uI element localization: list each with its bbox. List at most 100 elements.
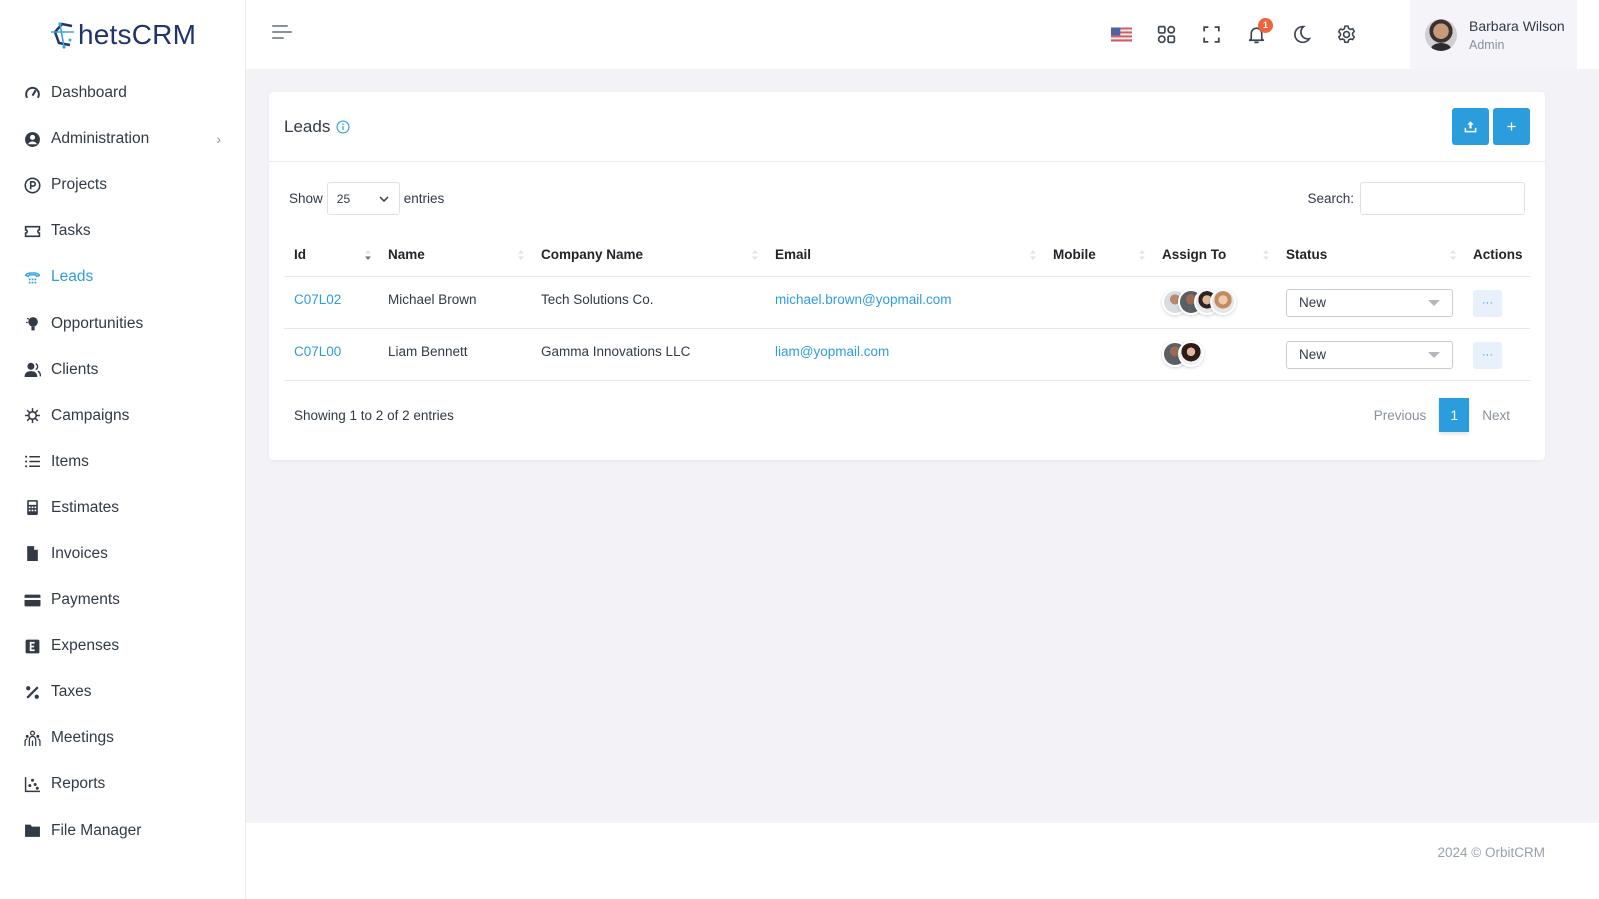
fullscreen-icon: [1203, 26, 1220, 43]
logo[interactable]: hetsCRM: [0, 0, 245, 70]
sidebar-item-clients[interactable]: Clients: [0, 347, 245, 393]
sidebar-item-dashboard[interactable]: Dashboard: [0, 70, 245, 116]
assignee-avatar[interactable]: [1210, 288, 1236, 315]
logo-text: hetsCRM: [78, 19, 197, 50]
sidebar-item-label: Invoices: [51, 544, 108, 562]
sort-icon: [518, 250, 524, 260]
fullscreen-button[interactable]: [1189, 15, 1234, 55]
lead-id-link[interactable]: C07L00: [284, 328, 378, 381]
sort-icon: [1030, 250, 1036, 260]
users-icon: [24, 361, 41, 378]
column-header-assign-to[interactable]: Assign To: [1152, 234, 1276, 277]
info-icon[interactable]: [336, 119, 350, 134]
column-header-id[interactable]: Id: [284, 234, 378, 277]
lead-actions-cell: ···: [1463, 328, 1530, 381]
actions-menu-button[interactable]: ···: [1473, 341, 1502, 369]
lead-id-link[interactable]: C07L02: [284, 276, 378, 329]
page-size-select[interactable]: 25: [326, 182, 400, 215]
sidebar-item-leads[interactable]: Leads: [0, 254, 245, 300]
sidebar-nav: Dashboard Administration › Projects Task…: [0, 70, 245, 854]
notifications-button[interactable]: 1: [1234, 15, 1279, 55]
sidebar-item-administration[interactable]: Administration ›: [0, 116, 245, 162]
menu-toggle-button[interactable]: [272, 25, 294, 43]
apps-grid-icon: [1157, 25, 1176, 44]
sidebar-item-file-manager[interactable]: File Manager: [0, 808, 245, 854]
sidebar-item-label: Opportunities: [51, 314, 144, 332]
sidebar-item-label: Projects: [51, 176, 107, 194]
search-box: Search:: [1307, 182, 1525, 215]
search-input[interactable]: [1360, 182, 1525, 215]
user-role: Admin: [1469, 37, 1505, 52]
file-icon: [24, 545, 41, 562]
status-select[interactable]: New: [1286, 288, 1453, 317]
assignee-avatar[interactable]: [1178, 340, 1204, 367]
sidebar-item-reports[interactable]: Reports: [0, 761, 245, 807]
speedometer-icon: [24, 85, 41, 102]
apps-button[interactable]: [1144, 15, 1189, 55]
sidebar-item-opportunities[interactable]: Opportunities: [0, 300, 245, 346]
sidebar-item-items[interactable]: Items: [0, 439, 245, 485]
entries-label: entries: [403, 191, 445, 206]
user-profile-menu[interactable]: Barbara Wilson Admin: [1410, 0, 1577, 69]
lightbulb-icon: [24, 315, 41, 332]
sidebar-item-label: Tasks: [51, 222, 91, 240]
pagination: Previous 1 Next: [1361, 398, 1523, 432]
topbar-actions: 1: [1099, 0, 1369, 69]
user-name: Barbara Wilson: [1469, 17, 1565, 34]
add-lead-button[interactable]: [1493, 108, 1530, 145]
upload-icon: [1464, 121, 1477, 133]
lead-email-link[interactable]: liam@yopmail.com: [765, 328, 1043, 381]
sidebar-item-label: Estimates: [51, 498, 120, 516]
percent-icon: [24, 684, 41, 701]
pagination-page-1[interactable]: 1: [1439, 398, 1470, 432]
lead-company: Tech Solutions Co.: [531, 276, 765, 329]
lead-status-cell: New: [1276, 328, 1463, 381]
actions-menu-button[interactable]: ···: [1473, 289, 1502, 317]
sort-icon: [1139, 250, 1145, 260]
column-header-name[interactable]: Name: [378, 234, 531, 277]
sidebar-item-label: Items: [51, 452, 89, 470]
column-header-status[interactable]: Status: [1276, 234, 1463, 277]
leads-card: Leads Show 25 entries Search: Id Name Co…: [269, 92, 1545, 460]
topbar: 1 Barbara Wilson Admin: [246, 0, 1599, 69]
sidebar-item-projects[interactable]: Projects: [0, 162, 245, 208]
lead-assignees: [1152, 276, 1276, 329]
sidebar-item-label: Campaigns: [51, 406, 130, 424]
sidebar-item-estimates[interactable]: Estimates: [0, 485, 245, 531]
sidebar-item-label: Leads: [51, 268, 94, 286]
table-header-row: Id Name Company Name Email Mobile Assign…: [284, 234, 1530, 277]
column-header-mobile[interactable]: Mobile: [1043, 234, 1152, 277]
settings-button[interactable]: [1324, 15, 1369, 55]
lead-email-link[interactable]: michael.brown@yopmail.com: [765, 276, 1043, 329]
sidebar-item-expenses[interactable]: Expenses: [0, 623, 245, 669]
theme-toggle-button[interactable]: [1279, 15, 1324, 55]
pagination-previous[interactable]: Previous: [1361, 408, 1440, 423]
card-header: Leads: [269, 92, 1545, 162]
list-icon: [24, 453, 41, 470]
page-title: Leads: [284, 116, 331, 136]
sidebar-item-taxes[interactable]: Taxes: [0, 669, 245, 715]
lead-name: Liam Bennett: [378, 328, 531, 381]
scatter-chart-icon: [24, 776, 41, 793]
sidebar-item-tasks[interactable]: Tasks: [0, 208, 245, 254]
copyright-text: 2024 © OrbitCRM: [1437, 845, 1545, 860]
status-value: New: [1299, 347, 1327, 362]
table-row: C07L00 Liam Bennett Gamma Innovations LL…: [284, 328, 1530, 381]
language-selector[interactable]: [1099, 15, 1144, 55]
dropdown-caret-icon: [1428, 351, 1440, 358]
sort-desc-icon: [365, 250, 371, 260]
e-square-icon: [24, 638, 41, 655]
sidebar-item-label: Reports: [51, 775, 106, 793]
sidebar-item-campaigns[interactable]: Campaigns: [0, 393, 245, 439]
status-select[interactable]: New: [1286, 340, 1453, 369]
pagination-next[interactable]: Next: [1469, 408, 1523, 423]
sidebar-item-invoices[interactable]: Invoices: [0, 531, 245, 577]
sort-icon: [752, 250, 758, 260]
sidebar-item-payments[interactable]: Payments: [0, 577, 245, 623]
import-button[interactable]: [1452, 108, 1489, 145]
sidebar-item-meetings[interactable]: Meetings: [0, 715, 245, 761]
column-header-company[interactable]: Company Name: [531, 234, 765, 277]
lead-company: Gamma Innovations LLC: [531, 328, 765, 381]
column-header-email[interactable]: Email: [765, 234, 1043, 277]
moon-icon: [1294, 25, 1312, 44]
